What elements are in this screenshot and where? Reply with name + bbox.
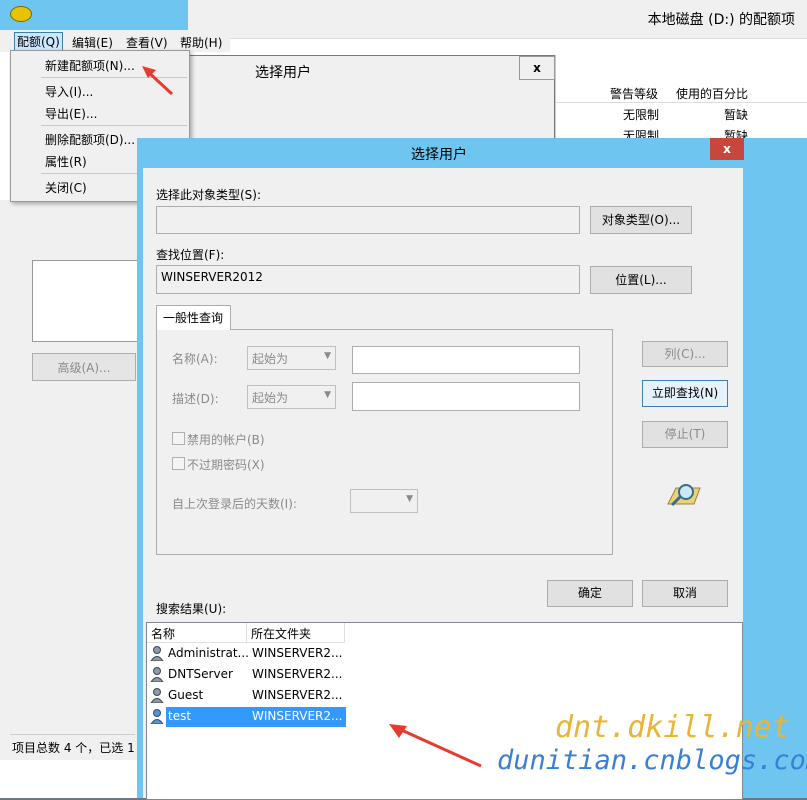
info-box (32, 260, 138, 342)
dialog-close-button[interactable]: x (710, 138, 744, 160)
cancel-button[interactable]: 取消 (642, 580, 728, 607)
list-item[interactable]: DNTServer WINSERVER2... (147, 665, 347, 685)
search-results-label: 搜索结果(U): (156, 602, 227, 616)
status-bar: 项目总数 4 个，已选 1 (10, 734, 135, 757)
table-header: 警告等级 使用的百分比 (556, 82, 807, 103)
description-mode-select[interactable]: 起始为 ▼ (247, 385, 336, 409)
cell-warning: 无限制 (623, 108, 660, 122)
window-title: 本地磁盘 (D:) 的配额项 (647, 12, 795, 28)
result-folder: WINSERVER2... (252, 667, 343, 681)
dialog-title: 选择用户 (411, 147, 467, 163)
arrow-annotation-icon (142, 66, 174, 96)
column-header-warning-level[interactable]: 警告等级 (610, 85, 658, 102)
location-label: 查找位置(F): (156, 248, 225, 262)
status-text: 项目总数 4 个，已选 1 (12, 741, 135, 755)
dialog-back-close-button[interactable]: x (519, 56, 555, 80)
menu-bar: 配额(Q) 编辑(E) 查看(V) 帮助(H) (0, 30, 230, 52)
result-name: DNTServer (168, 667, 233, 681)
description-input[interactable] (352, 382, 580, 411)
watermark-line2: dunitian.cnblogs.com (497, 745, 807, 776)
menu-item-export[interactable]: 导出(E)... (45, 105, 97, 122)
list-item[interactable]: Guest WINSERVER2... (147, 686, 347, 706)
user-icon (150, 667, 164, 682)
description-mode-value: 起始为 (252, 391, 289, 405)
cell-percent: 暂缺 (724, 108, 749, 122)
menu-item-new-quota[interactable]: 新建配额项(N)... (45, 57, 135, 74)
name-mode-value: 起始为 (252, 352, 289, 366)
tab-general-query[interactable]: 一般性查询 (156, 305, 231, 330)
result-folder: WINSERVER2... (252, 646, 343, 660)
result-folder: WINSERVER2... (252, 688, 343, 702)
location-field[interactable]: WINSERVER2012 (156, 265, 580, 294)
quota-app-icon[interactable] (10, 6, 32, 22)
dialog-back-title: 选择用户 (255, 65, 311, 81)
days-since-login-select[interactable]: ▼ (350, 489, 418, 513)
locations-button[interactable]: 位置(L)... (590, 266, 692, 294)
columns-button[interactable]: 列(C)... (642, 341, 728, 367)
menu-separator (41, 125, 187, 126)
find-now-button[interactable]: 立即查找(N) (642, 380, 728, 407)
days-since-login-label: 自上次登录后的天数(I): (172, 497, 297, 511)
result-folder: WINSERVER2... (252, 709, 343, 723)
disabled-accounts-checkbox[interactable] (172, 432, 185, 445)
object-type-label: 选择此对象类型(S): (156, 188, 262, 202)
arrow-annotation-icon (389, 724, 482, 768)
table-row[interactable]: 无限制 暂缺 (556, 106, 807, 124)
menu-item-close[interactable]: 关闭(C) (45, 179, 87, 196)
result-name: test (168, 709, 192, 723)
result-name: Administrat... (168, 646, 249, 660)
column-header-percent-used[interactable]: 使用的百分比 (676, 85, 748, 102)
ok-button[interactable]: 确定 (547, 580, 633, 607)
disabled-accounts-label: 禁用的帐户(B) (187, 433, 265, 447)
chevron-down-icon: ▼ (406, 494, 413, 504)
name-input[interactable] (352, 346, 580, 374)
watermark-line1: dnt.dkill.net (555, 710, 790, 745)
main-window-titlebar: 本地磁盘 (D:) 的配额项 (188, 0, 807, 39)
menu-help[interactable]: 帮助(H) (180, 34, 222, 51)
object-types-button[interactable]: 对象类型(O)... (590, 206, 692, 234)
stop-button[interactable]: 停止(T) (642, 421, 728, 448)
menu-item-import[interactable]: 导入(I)... (45, 83, 93, 100)
result-name: Guest (168, 688, 204, 702)
menu-edit[interactable]: 编辑(E) (72, 34, 113, 51)
column-header-folder[interactable]: 所在文件夹 (247, 623, 345, 643)
list-item-selected[interactable]: test WINSERVER2... (147, 707, 347, 727)
search-folder-icon (667, 484, 701, 507)
menu-view[interactable]: 查看(V) (126, 34, 168, 51)
user-icon (150, 646, 164, 661)
name-mode-select[interactable]: 起始为 ▼ (247, 346, 336, 370)
menu-quota[interactable]: 配额(Q) (14, 32, 63, 51)
column-header-name[interactable]: 名称 (147, 623, 247, 643)
chevron-down-icon: ▼ (324, 390, 331, 400)
name-label: 名称(A): (172, 352, 218, 366)
non-expiring-checkbox[interactable] (172, 457, 185, 470)
advanced-button[interactable]: 高级(A)... (32, 353, 136, 381)
user-icon (150, 688, 164, 703)
list-item[interactable]: Administrat... WINSERVER2... (147, 644, 347, 664)
select-user-dialog-back: 选择用户 x (188, 55, 555, 147)
object-type-field[interactable] (156, 206, 580, 234)
menu-item-delete-quota[interactable]: 删除配额项(D)... (45, 131, 135, 148)
menu-item-properties[interactable]: 属性(R) (45, 153, 87, 170)
non-expiring-label: 不过期密码(X) (187, 458, 265, 472)
chevron-down-icon: ▼ (324, 351, 331, 361)
user-icon (150, 709, 164, 724)
description-label: 描述(D): (172, 392, 219, 406)
